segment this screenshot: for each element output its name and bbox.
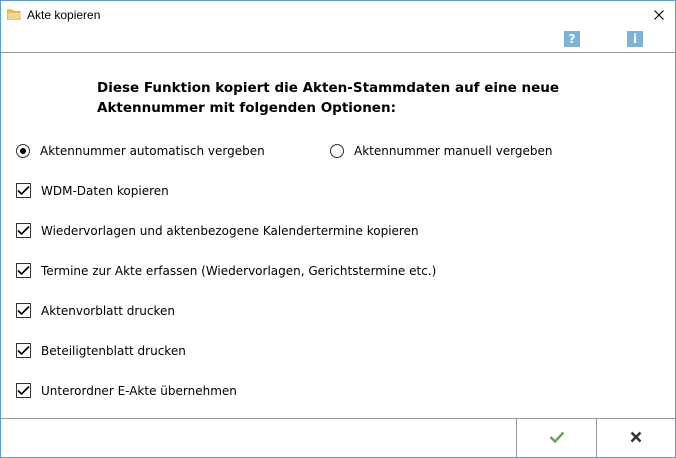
checkbox-label: Wiedervorlagen und aktenbezogene Kalende… [41, 223, 419, 238]
radio-manual-number[interactable]: Aktennummer manuell vergeben [330, 144, 553, 158]
checkbox-label: Beteiligtenblatt drucken [41, 343, 186, 358]
info-icon[interactable]: i [627, 31, 643, 47]
checkbox-label: WDM-Daten kopieren [41, 183, 169, 198]
close-icon [654, 9, 664, 23]
toolbar-divider [1, 52, 675, 53]
checkbox-beteiligtenblatt[interactable]: Beteiligtenblatt drucken [16, 343, 186, 358]
checkbox-box[interactable] [16, 343, 31, 358]
ok-button[interactable] [516, 419, 596, 457]
radio-indicator[interactable] [16, 144, 30, 158]
dialog-window: Akte kopieren ? i Diese Funktion kopiert… [0, 0, 676, 458]
x-icon [630, 431, 642, 446]
window-title: Akte kopieren [27, 8, 101, 22]
checkmark-icon [17, 385, 30, 396]
radio-label: Aktennummer manuell vergeben [354, 144, 553, 158]
help-icon[interactable]: ? [564, 31, 580, 47]
checkbox-termine-erfassen[interactable]: Termine zur Akte erfassen (Wiedervorlage… [16, 263, 436, 278]
intro-text: Diese Funktion kopiert die Akten-Stammda… [97, 78, 597, 118]
check-icon [549, 431, 565, 446]
checkbox-label: Termine zur Akte erfassen (Wiedervorlage… [41, 263, 437, 278]
checkbox-label: Aktenvorblatt drucken [41, 303, 176, 318]
close-button[interactable] [643, 1, 675, 31]
checkbox-box[interactable] [16, 383, 31, 398]
cancel-button[interactable] [596, 419, 675, 457]
radio-indicator[interactable] [330, 144, 344, 158]
checkbox-unterordner-eakte[interactable]: Unterordner E-Akte übernehmen [16, 383, 237, 398]
checkbox-box[interactable] [16, 263, 31, 278]
checkbox-label: Unterordner E-Akte übernehmen [41, 383, 237, 398]
checkmark-icon [17, 345, 30, 356]
checkmark-icon [17, 265, 30, 276]
intro-line-1: Diese Funktion kopiert die Akten-Stammda… [97, 80, 560, 96]
radio-auto-number[interactable]: Aktennummer automatisch vergeben [16, 144, 265, 158]
checkmark-icon [17, 225, 30, 236]
checkbox-box[interactable] [16, 303, 31, 318]
checkbox-wdm-daten[interactable]: WDM-Daten kopieren [16, 183, 169, 198]
checkbox-box[interactable] [16, 223, 31, 238]
title-bar: Akte kopieren [1, 1, 675, 31]
checkbox-box[interactable] [16, 183, 31, 198]
checkmark-icon [17, 185, 30, 196]
intro-line-2: Aktennummer mit folgenden Optionen: [97, 100, 396, 116]
checkbox-aktenvorblatt[interactable]: Aktenvorblatt drucken [16, 303, 175, 318]
checkbox-wiedervorlagen[interactable]: Wiedervorlagen und aktenbezogene Kalende… [16, 223, 419, 238]
folder-icon [6, 9, 21, 20]
checkmark-icon [17, 305, 30, 316]
radio-label: Aktennummer automatisch vergeben [40, 144, 265, 158]
